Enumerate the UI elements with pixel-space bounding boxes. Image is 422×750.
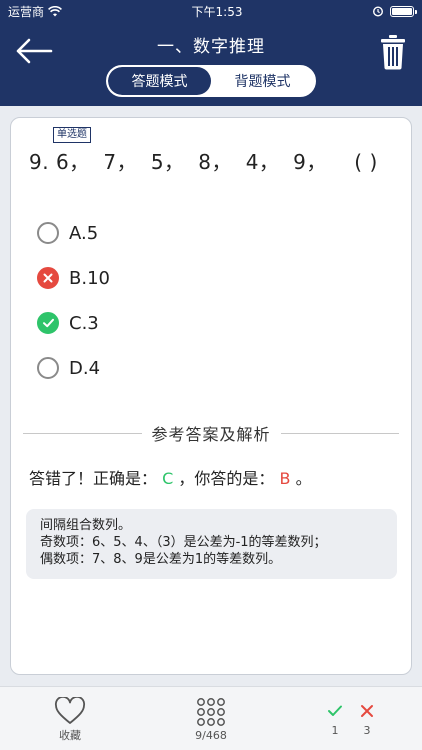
option-label: A.5 bbox=[69, 222, 99, 244]
explanation-line: 偶数项：7、8、9是公差为1的等差数列。 bbox=[40, 552, 282, 567]
question-type-badge: 单选题 bbox=[53, 127, 91, 143]
answer-result: 答错了！正确是： C ，你答的是： B 。 bbox=[29, 465, 312, 489]
alarm-icon bbox=[372, 6, 384, 17]
correct-answer: C bbox=[162, 469, 174, 488]
progress-label: 9/468 bbox=[195, 729, 227, 742]
bottom-toolbar: 收藏 9/468 1 3 bbox=[0, 686, 422, 750]
question-index-button[interactable]: 9/468 bbox=[189, 697, 233, 742]
tab-recite-mode[interactable]: 背题模式 bbox=[211, 67, 314, 95]
tab-answer-mode[interactable]: 答题模式 bbox=[108, 67, 211, 95]
question-text: 9. 6， 7， 5， 8， 4， 9， ( ) bbox=[29, 150, 378, 174]
option-d[interactable]: D.4 bbox=[37, 354, 100, 382]
favorite-button[interactable]: 收藏 bbox=[52, 697, 88, 743]
heart-icon bbox=[54, 697, 86, 724]
delete-button[interactable] bbox=[380, 34, 406, 70]
explanation-box: 间隔组合数列。 奇数项：6、5、4、（3）是公差为-1的等差数列； 偶数项：7、… bbox=[26, 509, 397, 579]
check-mark-icon bbox=[37, 312, 59, 334]
option-a[interactable]: A.5 bbox=[37, 219, 98, 247]
question-card: 单选题 9. 6， 7， 5， 8， 4， 9， ( ) A.5 B.10 C.… bbox=[10, 117, 412, 675]
result-prefix: 答错了！正确是： bbox=[29, 469, 158, 488]
option-label: D.4 bbox=[69, 357, 101, 379]
explanation-line: 间隔组合数列。 bbox=[40, 518, 132, 533]
option-b[interactable]: B.10 bbox=[37, 264, 110, 292]
cross-icon bbox=[361, 705, 373, 717]
trash-icon bbox=[381, 35, 405, 70]
wrong-mark-icon bbox=[37, 267, 59, 289]
option-c[interactable]: C.3 bbox=[37, 309, 99, 337]
result-suffix: 。 bbox=[295, 469, 312, 488]
app-header: 运营商 下午1:53 一、数字推理 答题模式 背题模式 bbox=[0, 0, 422, 106]
battery-icon bbox=[390, 5, 417, 17]
carrier-label: 运营商 bbox=[8, 4, 45, 19]
mode-switch: 答题模式 背题模式 bbox=[106, 65, 316, 97]
check-icon bbox=[328, 705, 342, 716]
status-bar: 运营商 下午1:53 bbox=[0, 0, 422, 22]
wrong-count-value: 3 bbox=[363, 724, 371, 737]
option-label: B.10 bbox=[69, 267, 110, 289]
user-answer: B bbox=[279, 469, 291, 488]
correct-count: 1 bbox=[326, 704, 344, 737]
correct-count-value: 1 bbox=[331, 724, 339, 737]
result-middle: ，你答的是： bbox=[178, 469, 275, 488]
page-title: 一、数字推理 bbox=[157, 37, 265, 57]
status-time: 下午1:53 bbox=[191, 4, 243, 19]
favorite-label: 收藏 bbox=[59, 729, 81, 742]
option-label: C.3 bbox=[69, 312, 99, 334]
analysis-title: 参考答案及解析 bbox=[151, 425, 271, 444]
grid-icon bbox=[197, 698, 225, 726]
explanation-line: 奇数项：6、5、4、（3）是公差为-1的等差数列； bbox=[40, 535, 327, 550]
radio-empty-icon bbox=[37, 357, 59, 379]
wifi-icon bbox=[48, 5, 62, 16]
radio-empty-icon bbox=[37, 222, 59, 244]
wrong-count: 3 bbox=[358, 704, 376, 737]
analysis-divider: 参考答案及解析 bbox=[23, 422, 400, 444]
